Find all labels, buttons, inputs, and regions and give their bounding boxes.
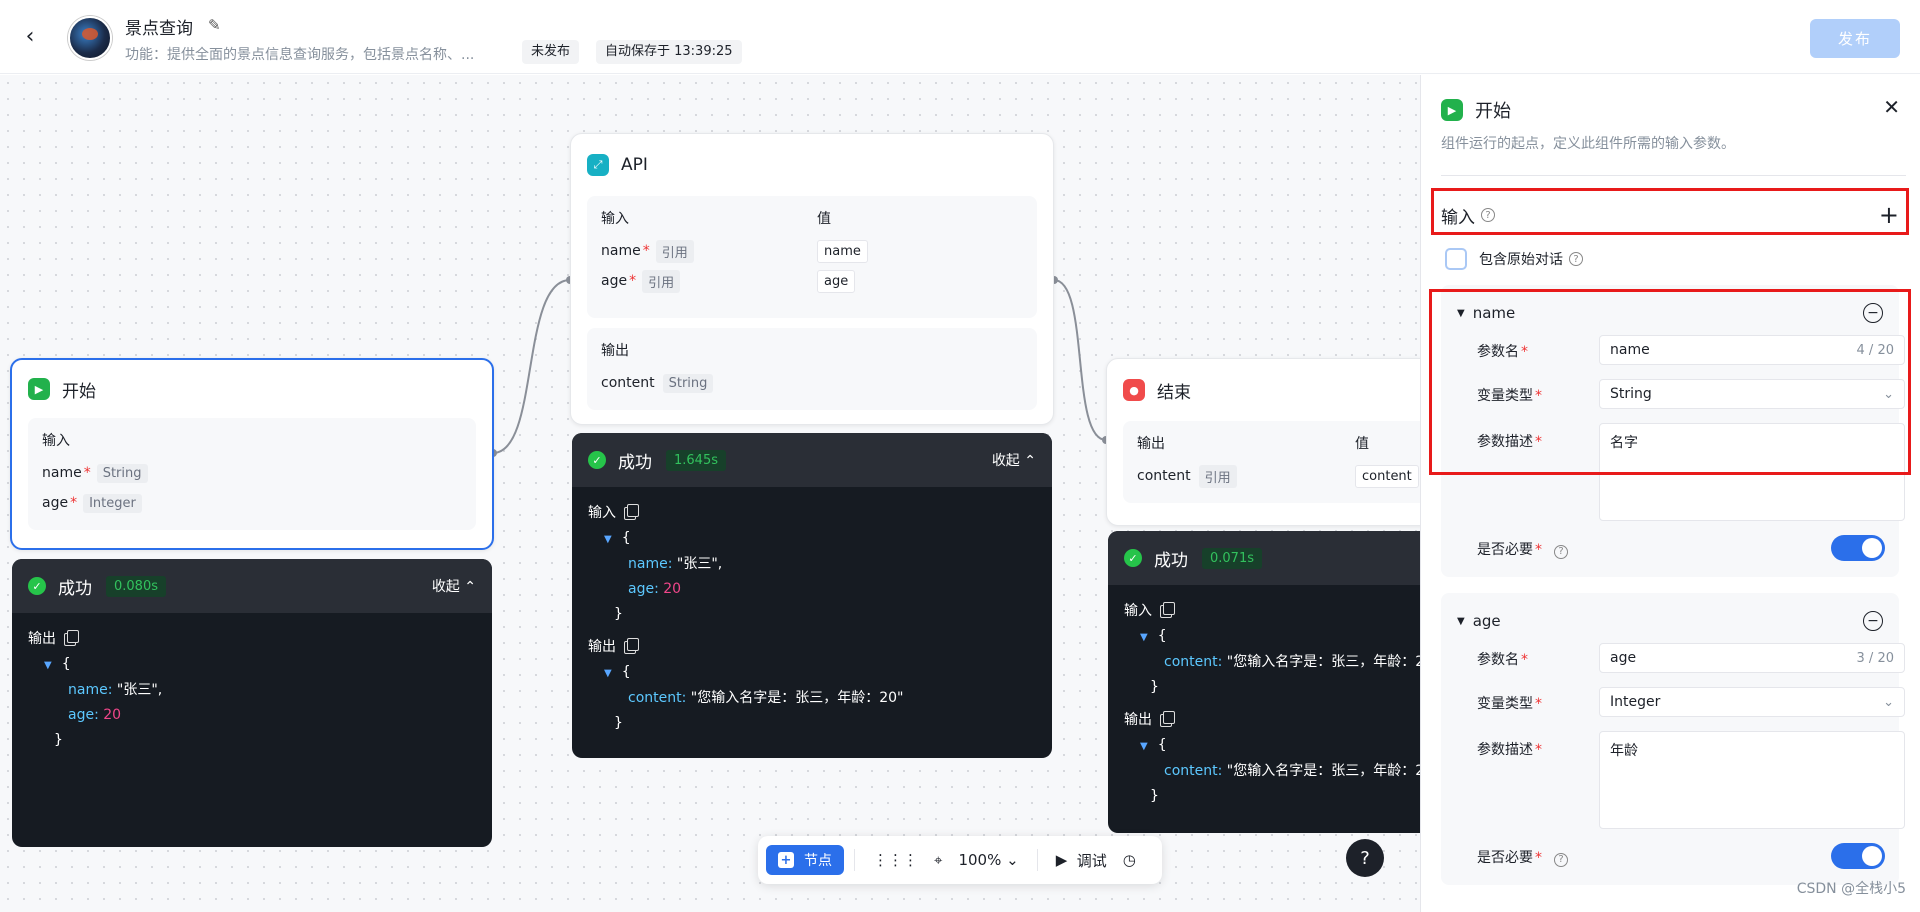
app-title: 景点查询 (125, 19, 193, 39)
copy-icon[interactable] (64, 630, 79, 646)
param-desc-textarea[interactable]: 年龄 (1599, 731, 1905, 829)
input-label: 输入 (42, 433, 70, 449)
add-node-button[interactable]: + 节点 (766, 845, 844, 875)
value-field: name (817, 239, 868, 263)
chevron-down-icon: ⌄ (1883, 694, 1894, 710)
side-panel-title: 开始 (1475, 101, 1511, 122)
copy-icon[interactable] (1160, 711, 1175, 727)
param-row: name * String (42, 458, 462, 488)
stop-circle-icon: ● (1123, 379, 1145, 401)
watermark: CSDN @全栈小5 (1796, 881, 1906, 897)
help-icon: ? (1554, 852, 1568, 867)
result-time: 0.080s (106, 575, 166, 597)
start-result-panel: ✓ 成功 0.080s 收起 ⌃ 输出 ▼{ name: "张三", age: … (12, 559, 492, 847)
param-card-age: ▼ age − 参数名 * age 3 / 20 变量类型 * Integer ⌄ 参数… (1441, 593, 1905, 885)
top-bar: ‹ 景点查询 ✎ 功能：提供全面的景点信息查询服务，包括景点名称、... 未发布… (0, 0, 1920, 74)
workflow-canvas[interactable]: ▶ 开始 输入 name * String age * Integer ✓ 成功 0… (0, 75, 1436, 912)
back-button[interactable]: ‹ (18, 23, 42, 49)
output-label: 输出 (28, 631, 56, 647)
collapse-button[interactable]: 收起 ⌃ (992, 450, 1036, 470)
canvas-toolbar: + 节点 ⋮⋮⋮ ⌖ 100% ⌄ ▶ 调试 ◷ (758, 836, 1162, 884)
minus-circle-icon[interactable]: − (1863, 611, 1883, 631)
end-result-panel: ✓ 成功 0.071s 输入 ▼{ content: "您输入名字是：张三，年龄… (1108, 531, 1420, 833)
history-icon[interactable]: ◷ (1115, 851, 1144, 869)
chevron-down-icon: ⌄ (1883, 386, 1894, 402)
edge-api-end (1053, 279, 1107, 441)
help-icon: ? (1554, 544, 1568, 559)
param-row: age * Integer (42, 488, 462, 518)
debug-button[interactable]: ▶ 调试 (1048, 850, 1115, 871)
play-icon: ▶ (1055, 851, 1068, 869)
close-icon[interactable]: ✕ (1883, 95, 1900, 119)
caret-down-icon[interactable]: ▼ (1457, 616, 1465, 627)
node-title: API (621, 155, 648, 175)
play-circle-icon: ▶ (28, 378, 50, 400)
required-toggle[interactable] (1831, 535, 1885, 561)
chevron-left-icon: ‹ (25, 23, 35, 49)
copy-icon[interactable] (1160, 602, 1175, 618)
check-circle-icon: ✓ (588, 451, 606, 469)
include-chat-row: 包含原始对话? (1433, 241, 1907, 277)
grid-icon[interactable]: ⋮⋮⋮ (865, 851, 926, 869)
plus-icon[interactable]: + (1879, 201, 1899, 229)
start-node[interactable]: ▶ 开始 输入 name * String age * Integer (10, 358, 494, 550)
pencil-icon[interactable]: ✎ (208, 16, 221, 34)
input-section-header: 输入? + (1441, 201, 1899, 229)
play-circle-icon: ▶ (1441, 99, 1463, 121)
help-icon: ? (1569, 252, 1583, 266)
param-type-select[interactable]: String ⌄ (1599, 379, 1905, 409)
side-panel-description: 组件运行的起点，定义此组件所需的输入参数。 (1441, 136, 1735, 152)
help-button[interactable]: ? (1346, 839, 1384, 877)
type-tag: Integer (83, 493, 142, 513)
app-description: 功能：提供全面的景点信息查询服务，包括景点名称、... (125, 47, 475, 63)
api-node[interactable]: ⤢ API 输入值 name * 引用 name age * 引用 age 输出 con… (570, 133, 1054, 425)
result-status: 成功 (58, 578, 92, 599)
status-badge: 未发布 (522, 40, 580, 64)
include-chat-checkbox[interactable] (1445, 248, 1467, 270)
copy-icon[interactable] (624, 504, 639, 520)
copy-icon[interactable] (624, 638, 639, 654)
type-tag: String (96, 463, 148, 483)
required-toggle[interactable] (1831, 843, 1885, 869)
param-name-input[interactable]: age 3 / 20 (1599, 643, 1905, 673)
caret-down-icon[interactable]: ▼ (1457, 308, 1465, 319)
api-result-panel: ✓ 成功 1.645s 收起 ⌃ 输入 ▼{ name: "张三", age: … (572, 433, 1052, 758)
param-card-name: ▼ name − 参数名 * name 4 / 20 变量类型 * String ⌄ 参… (1441, 285, 1905, 577)
param-type-select[interactable]: Integer ⌄ (1599, 687, 1905, 717)
param-name-input[interactable]: name 4 / 20 (1599, 335, 1905, 365)
zoom-select[interactable]: 100% ⌄ (950, 851, 1026, 869)
minus-circle-icon[interactable]: − (1863, 303, 1883, 323)
value-field: age (817, 269, 856, 293)
link-icon: ⤢ (587, 154, 609, 176)
node-title: 开始 (62, 381, 96, 402)
edge-start-api (492, 279, 571, 454)
check-circle-icon: ✓ (28, 577, 46, 595)
param-desc-textarea[interactable]: 名字 (1599, 423, 1905, 521)
publish-button[interactable]: 发布 (1810, 19, 1900, 58)
side-panel: ▶ 开始 ✕ 组件运行的起点，定义此组件所需的输入参数。 输入? + 包含原始对… (1420, 75, 1920, 912)
collapse-button[interactable]: 收起 ⌃ (432, 576, 476, 596)
help-icon: ? (1481, 208, 1495, 222)
check-circle-icon: ✓ (1124, 549, 1142, 567)
fit-view-icon[interactable]: ⌖ (926, 851, 950, 869)
autosave-badge: 自动保存于 13:39:25 (596, 40, 742, 64)
app-avatar (68, 16, 112, 60)
plus-icon: + (778, 852, 794, 868)
end-node[interactable]: ● 结束 输出值 content 引用 content (1106, 358, 1436, 526)
